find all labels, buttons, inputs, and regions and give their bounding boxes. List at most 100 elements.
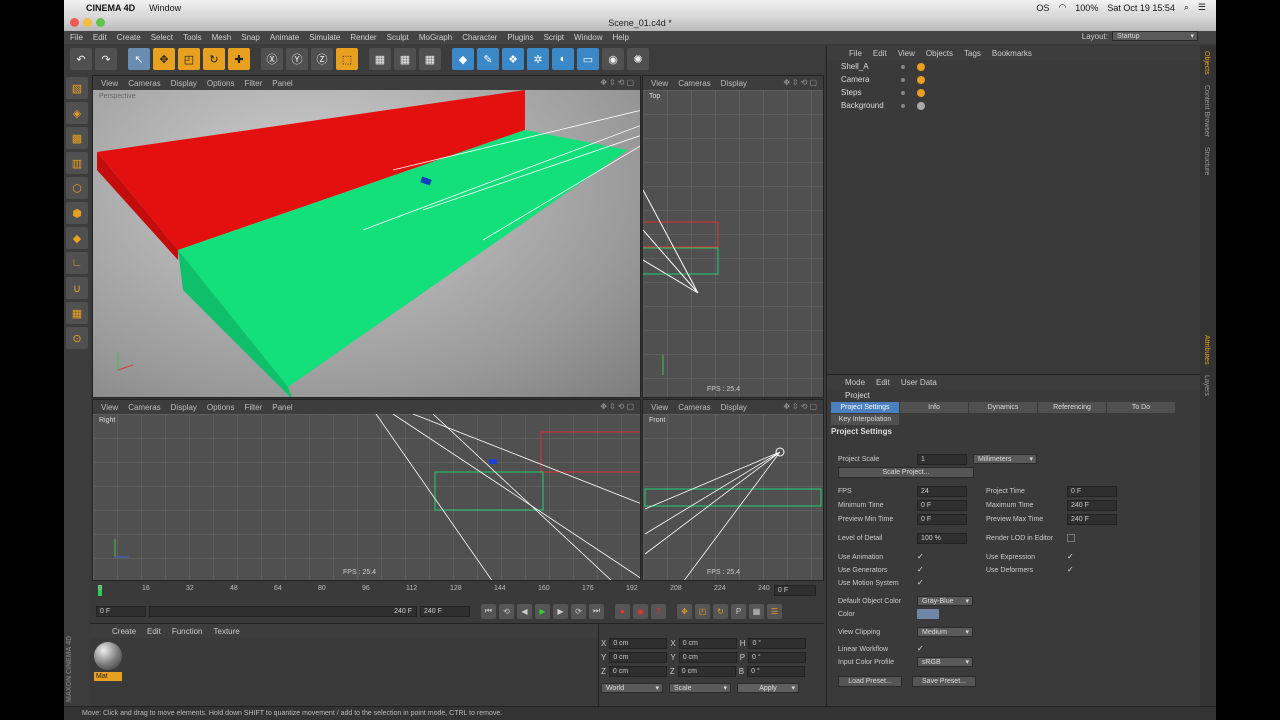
load-preset-button[interactable]: Load Preset... xyxy=(838,676,902,687)
mat-menu-create[interactable]: Create xyxy=(112,627,136,636)
tag-icon[interactable] xyxy=(917,75,925,84)
position-z-field[interactable]: 0 cm xyxy=(608,665,667,677)
key-position-icon[interactable]: ✥ xyxy=(677,603,692,619)
perspective-viewport[interactable]: View Cameras Display Options Filter Pane… xyxy=(92,75,641,398)
key-scale-icon[interactable]: ◰ xyxy=(695,603,710,619)
prev-key-icon[interactable]: ⟲ xyxy=(499,603,514,619)
end-frame-field[interactable]: 240 F xyxy=(420,605,470,617)
obj-menu-objects[interactable]: Objects xyxy=(926,49,953,58)
min-time-field[interactable]: 0 F xyxy=(917,500,967,511)
vp-menu-panel[interactable]: Panel xyxy=(272,403,292,412)
visibility-dot[interactable] xyxy=(901,90,905,95)
clock[interactable]: Sat Oct 19 15:54 xyxy=(1107,3,1175,13)
tab-key-interpolation[interactable]: Key Interpolation xyxy=(831,414,899,425)
prev-frame-icon[interactable]: ◀ xyxy=(517,603,532,619)
attr-menu-mode[interactable]: Mode xyxy=(845,378,865,387)
project-scale-unit-dropdown[interactable]: Millimeters xyxy=(973,454,1037,464)
render-view-icon[interactable]: ▦ xyxy=(369,48,391,70)
coord-size-dropdown[interactable]: Scale xyxy=(669,683,731,693)
use-deformers-checkbox[interactable]: ✓ xyxy=(1067,566,1075,574)
size-x-field[interactable]: 0 cm xyxy=(678,637,737,649)
visibility-dot[interactable] xyxy=(901,77,905,82)
obj-menu-edit[interactable]: Edit xyxy=(873,49,887,58)
close-icon[interactable] xyxy=(70,18,79,27)
obj-menu-file[interactable]: File xyxy=(849,49,862,58)
material-name[interactable]: Mat xyxy=(94,672,122,681)
wifi-icon[interactable]: ◠ xyxy=(1058,2,1066,13)
tab-todo[interactable]: To Do xyxy=(1107,402,1175,413)
vp-menu-filter[interactable]: Filter xyxy=(244,403,262,412)
deformer-icon[interactable]: ◐ xyxy=(552,48,574,70)
array-icon[interactable]: ✲ xyxy=(527,48,549,70)
edges-mode-icon[interactable]: ⬢ xyxy=(66,202,88,224)
render-settings-icon[interactable]: ▦ xyxy=(419,48,441,70)
next-key-icon[interactable]: ⟳ xyxy=(571,603,586,619)
object-row[interactable]: Steps xyxy=(827,86,1200,99)
object-row[interactable]: Background xyxy=(827,99,1200,112)
lod-field[interactable]: 100 % xyxy=(917,533,967,544)
side-tab-structure[interactable]: Structure xyxy=(1200,142,1213,180)
preview-range-slider[interactable]: 240 F xyxy=(149,605,417,617)
viewport-nav-icons[interactable]: ✥⇳⟲▢ xyxy=(600,402,636,411)
window-menu[interactable]: Window xyxy=(149,3,181,13)
input-profile-dropdown[interactable]: sRGB xyxy=(917,657,973,667)
vp-menu-view[interactable]: View xyxy=(651,79,668,88)
scale-tool-icon[interactable]: ◰ xyxy=(178,48,200,70)
tag-icon[interactable] xyxy=(917,88,925,97)
object-name[interactable]: Camera xyxy=(841,75,901,84)
mat-menu-texture[interactable]: Texture xyxy=(214,627,240,636)
attr-menu-edit[interactable]: Edit xyxy=(876,378,890,387)
next-frame-icon[interactable]: ▶ xyxy=(553,603,568,619)
workplane-icon[interactable]: ▥ xyxy=(66,152,88,174)
spotlight-icon[interactable]: ⌕ xyxy=(1184,2,1189,13)
right-viewport[interactable]: View Cameras Display Options Filter Pane… xyxy=(92,399,641,581)
vp-menu-options[interactable]: Options xyxy=(207,79,235,88)
vp-menu-view[interactable]: View xyxy=(101,79,118,88)
use-expression-checkbox[interactable]: ✓ xyxy=(1067,553,1075,561)
snap-icon[interactable]: ∪ xyxy=(66,277,88,299)
vp-menu-view[interactable]: View xyxy=(651,403,668,412)
zoom-icon[interactable] xyxy=(96,18,105,27)
layout-dropdown[interactable]: Startup xyxy=(1112,31,1198,41)
menu-animate[interactable]: Animate xyxy=(270,33,299,42)
menu-help[interactable]: Help xyxy=(612,33,628,42)
autokey-icon[interactable]: ◉ xyxy=(633,603,648,619)
lock-workplane-icon[interactable]: ⊙ xyxy=(66,327,88,349)
mat-menu-function[interactable]: Function xyxy=(172,627,203,636)
live-select-icon[interactable]: ↖ xyxy=(128,48,150,70)
viewport-nav-icons[interactable]: ✥⇳⟲▢ xyxy=(783,78,819,87)
use-generators-checkbox[interactable]: ✓ xyxy=(917,566,925,574)
redo-icon[interactable]: ↷ xyxy=(95,48,117,70)
scheme-icon[interactable]: ☰ xyxy=(767,603,782,619)
menu-simulate[interactable]: Simulate xyxy=(309,33,340,42)
go-to-end-icon[interactable]: ⏭ xyxy=(589,603,604,619)
render-lod-checkbox[interactable] xyxy=(1067,534,1075,542)
vp-menu-cameras[interactable]: Cameras xyxy=(678,403,710,412)
menu-plugins[interactable]: Plugins xyxy=(507,33,533,42)
os-status-icon[interactable]: OS xyxy=(1036,3,1049,13)
object-name[interactable]: Background xyxy=(841,101,901,110)
points-mode-icon[interactable]: ⬡ xyxy=(66,177,88,199)
coordinate-system-icon[interactable]: ⬚ xyxy=(336,48,358,70)
play-icon[interactable]: ▶ xyxy=(535,603,550,619)
linear-workflow-checkbox[interactable]: ✓ xyxy=(917,645,925,653)
object-row[interactable]: Camera xyxy=(827,73,1200,86)
material-swatch[interactable] xyxy=(94,642,122,670)
project-scale-field[interactable]: 1 xyxy=(917,454,967,465)
menu-create[interactable]: Create xyxy=(117,33,141,42)
coord-mode-dropdown[interactable]: World xyxy=(601,683,663,693)
polygons-mode-icon[interactable]: ◆ xyxy=(66,227,88,249)
menu-select[interactable]: Select xyxy=(151,33,173,42)
front-viewport[interactable]: View Cameras Display ✥⇳⟲▢ Front FPS : 25… xyxy=(642,399,824,581)
make-editable-icon[interactable]: ▧ xyxy=(66,77,88,99)
timeline-ruler[interactable]: 0 16 32 48 64 80 96 112 128 144 160 176 192 208 224 240… xyxy=(90,582,824,598)
side-tab-objects[interactable]: Objects xyxy=(1200,46,1213,80)
texture-mode-icon[interactable]: ▩ xyxy=(66,127,88,149)
tag-icon[interactable] xyxy=(917,62,925,71)
tab-project-settings[interactable]: Project Settings xyxy=(831,402,899,413)
obj-menu-bookmarks[interactable]: Bookmarks xyxy=(992,49,1032,58)
minimize-icon[interactable] xyxy=(83,18,92,27)
floor-icon[interactable]: ▭ xyxy=(577,48,599,70)
light-icon[interactable]: ✺ xyxy=(627,48,649,70)
x-axis-icon[interactable]: Ⓧ xyxy=(261,48,283,70)
